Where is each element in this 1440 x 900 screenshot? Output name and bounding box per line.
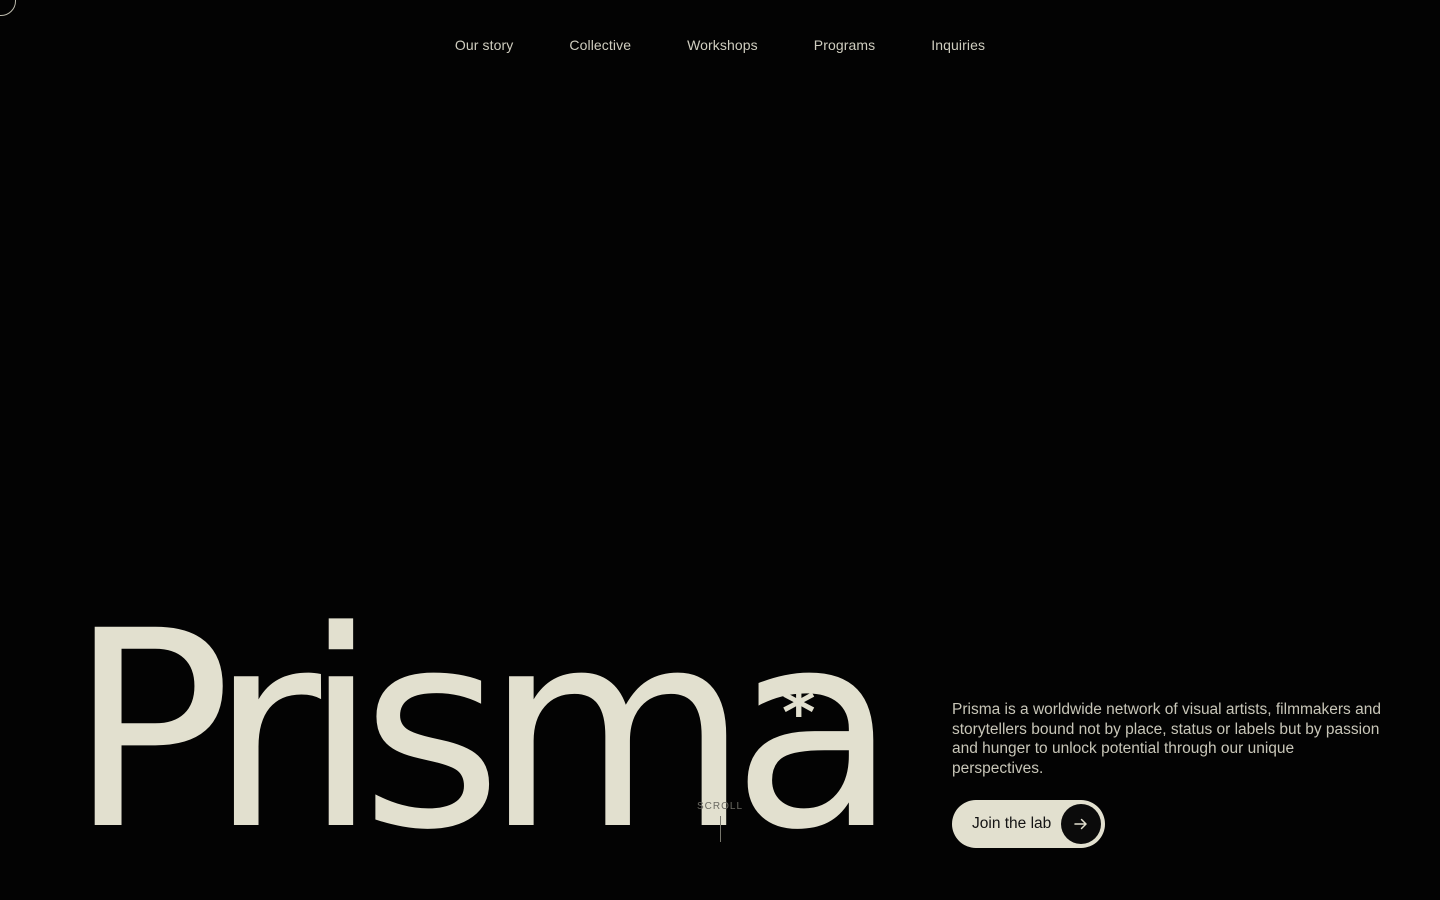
arrow-right-icon — [1061, 804, 1102, 844]
hero-description: Prisma is a worldwide network of visual … — [952, 701, 1381, 777]
nav-item-inquiries[interactable]: Inquiries — [903, 37, 1013, 53]
join-the-lab-label: Join the lab — [972, 815, 1052, 832]
nav-list: Our story Collective Workshops Programs … — [427, 37, 1013, 53]
hero-brand-title: Prisma — [68, 574, 898, 890]
nav-item-workshops[interactable]: Workshops — [659, 37, 786, 53]
top-navigation: Our story Collective Workshops Programs … — [0, 0, 1440, 90]
nav-item-collective[interactable]: Collective — [541, 37, 659, 53]
hero-asterisk: * — [782, 677, 816, 751]
scroll-label: SCROLL — [696, 801, 743, 812]
join-the-lab-button[interactable]: Join the lab — [952, 800, 1106, 848]
nav-item-programs[interactable]: Programs — [786, 37, 903, 53]
nav-item-our-story[interactable]: Our story — [427, 37, 541, 53]
scroll-line — [719, 816, 721, 842]
arrow-right-svg — [1074, 818, 1088, 830]
scroll-indicator[interactable]: SCROLL — [692, 801, 748, 842]
